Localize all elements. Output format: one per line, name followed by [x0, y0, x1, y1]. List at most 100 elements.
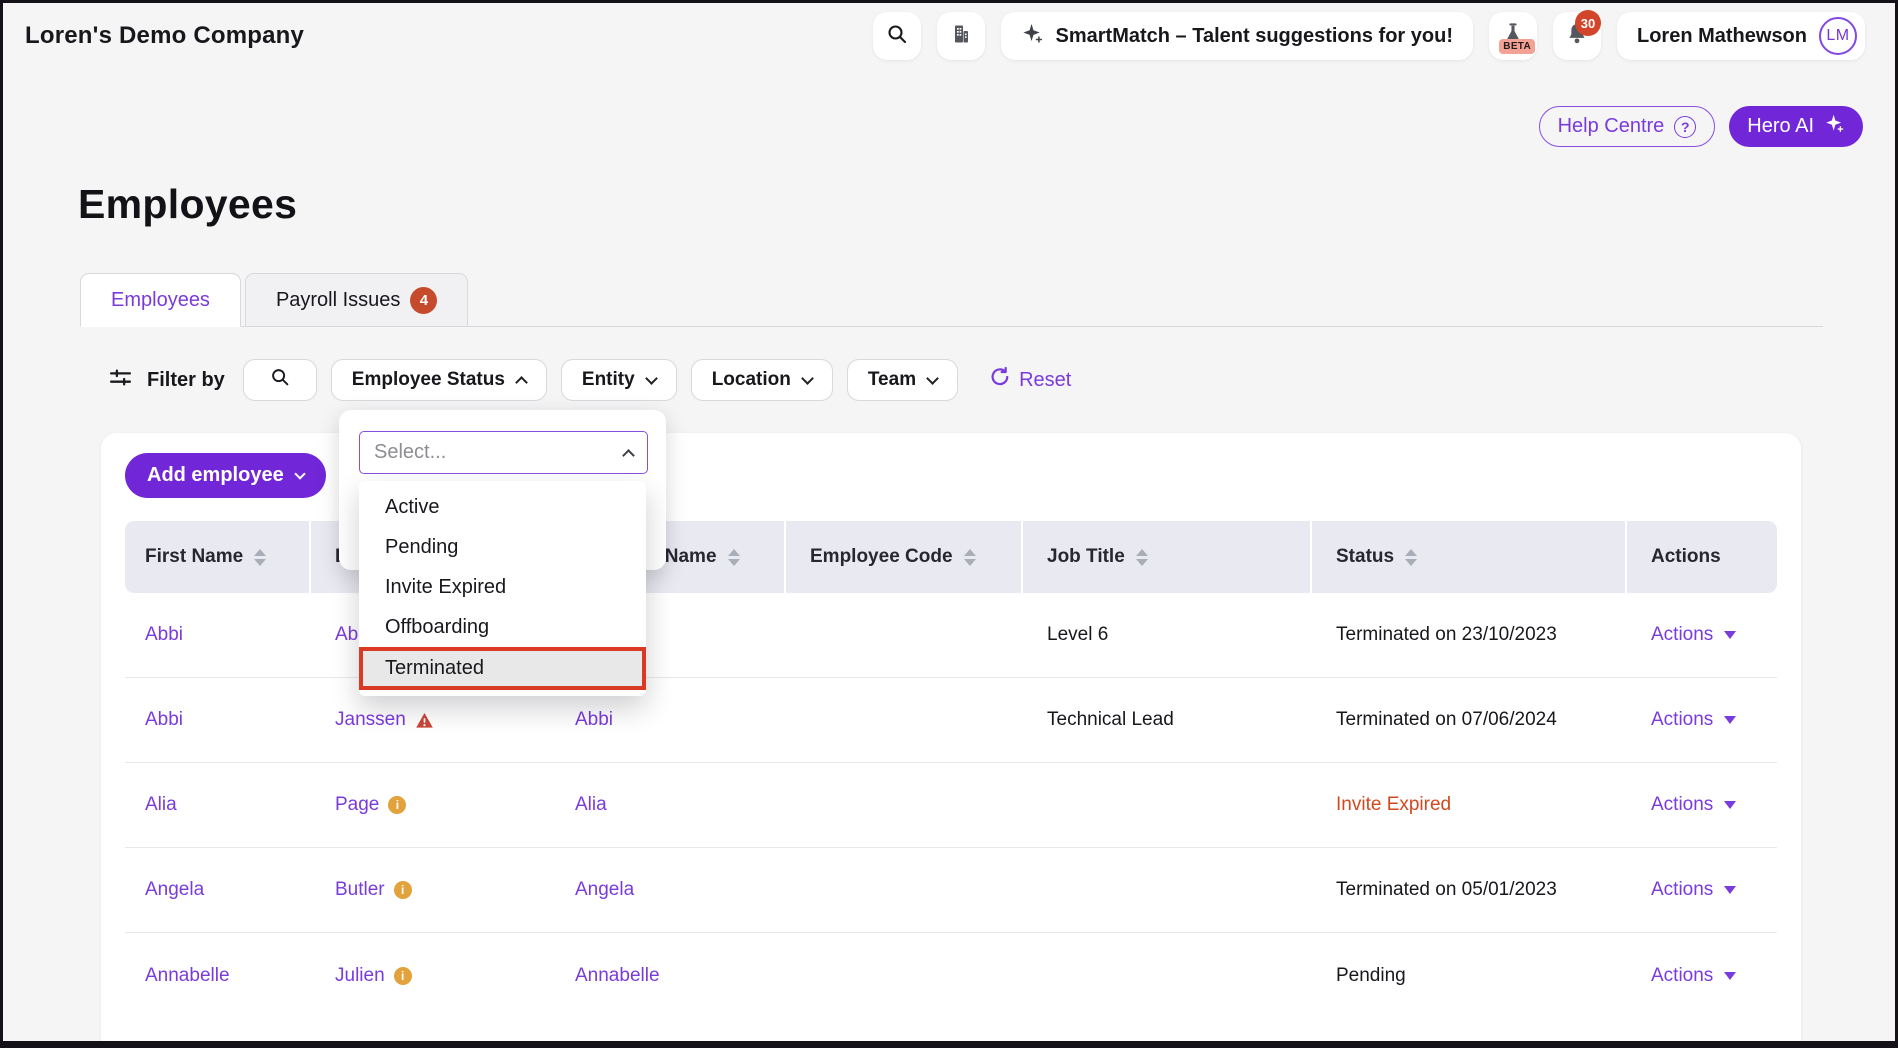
filter-team[interactable]: Team — [847, 359, 958, 401]
status-cell: Terminated on 23/10/2023 — [1312, 593, 1625, 677]
tab-employees-label: Employees — [111, 289, 210, 312]
first-name-cell: Annabelle — [125, 933, 309, 1018]
preferred-name-link[interactable]: Abbi — [575, 709, 613, 731]
job-title-cell — [1023, 848, 1310, 932]
actions-button[interactable]: Actions — [1651, 794, 1736, 816]
column-label: Actions — [1651, 546, 1721, 568]
status-option-terminated[interactable]: Terminated — [359, 647, 646, 690]
notification-count-badge: 30 — [1575, 10, 1601, 36]
last-name-link[interactable]: Ab — [335, 624, 358, 646]
actions-button[interactable]: Actions — [1651, 624, 1736, 646]
first-name-link[interactable]: Alia — [145, 794, 177, 816]
table-row: Annabelle Julieni Annabelle Pending Actions — [125, 933, 1777, 1018]
last-name-cell: Pagei — [311, 763, 549, 847]
last-name-cell: Butleri — [311, 848, 549, 932]
organisation-button[interactable] — [937, 12, 985, 60]
search-icon — [269, 366, 291, 394]
chevron-down-icon — [645, 372, 658, 385]
first-name-link[interactable]: Annabelle — [145, 965, 230, 987]
last-name-link[interactable]: Page — [335, 794, 379, 816]
status-cell: Pending — [1312, 933, 1625, 1018]
user-name: Loren Mathewson — [1637, 25, 1807, 48]
sort-icon — [1405, 549, 1417, 566]
actions-cell: Actions — [1627, 763, 1777, 847]
reset-filters-button[interactable]: Reset — [988, 366, 1071, 394]
column-header-job-title[interactable]: Job Title — [1023, 521, 1310, 593]
column-header-employee-code[interactable]: Employee Code — [786, 521, 1021, 593]
app-window: Loren's Demo Company SmartMatch – Talent… — [0, 0, 1898, 1048]
page-title: Employees — [78, 181, 297, 228]
info-icon[interactable]: i — [394, 881, 412, 899]
warning-icon[interactable] — [415, 711, 434, 730]
question-circle-icon: ? — [1674, 116, 1696, 138]
preferred-name-link[interactable]: Angela — [575, 879, 634, 901]
first-name-link[interactable]: Abbi — [145, 709, 183, 731]
building-icon — [949, 22, 973, 51]
employee-code-cell — [786, 678, 1021, 762]
status-option-offboarding[interactable]: Offboarding — [359, 607, 646, 647]
filter-employee-status[interactable]: Employee Status — [331, 359, 547, 401]
tabs: Employees Payroll Issues 4 — [80, 273, 468, 327]
info-icon[interactable]: i — [388, 796, 406, 814]
preferred-name-link[interactable]: Alia — [575, 794, 607, 816]
job-title-cell: Level 6 — [1023, 593, 1310, 677]
filter-entity[interactable]: Entity — [561, 359, 677, 401]
sparkle-icon — [1021, 22, 1044, 51]
job-title-cell: Technical Lead — [1023, 678, 1310, 762]
column-header-first-name[interactable]: First Name — [125, 521, 309, 593]
chevron-down-icon — [926, 372, 939, 385]
labs-button[interactable]: BETA — [1489, 12, 1537, 60]
smartmatch-label: SmartMatch – Talent suggestions for you! — [1056, 25, 1453, 48]
sort-icon — [254, 549, 266, 566]
actions-button[interactable]: Actions — [1651, 965, 1736, 987]
tab-payroll-issues-label: Payroll Issues — [276, 289, 401, 312]
status-option-pending[interactable]: Pending — [359, 527, 646, 567]
status-cell: Terminated on 05/01/2023 — [1312, 848, 1625, 932]
filter-location[interactable]: Location — [691, 359, 833, 401]
search-button[interactable] — [873, 12, 921, 60]
status-cell: Invite Expired — [1312, 763, 1625, 847]
employee-code-cell — [786, 763, 1021, 847]
last-name-link[interactable]: Butler — [335, 879, 385, 901]
last-name-link[interactable]: Julien — [335, 965, 385, 987]
info-icon[interactable]: i — [394, 967, 412, 985]
status-option-active[interactable]: Active — [359, 487, 646, 527]
help-centre-label: Help Centre — [1558, 115, 1665, 138]
tab-payroll-issues[interactable]: Payroll Issues 4 — [245, 273, 469, 327]
reset-icon — [988, 366, 1010, 394]
tab-employees[interactable]: Employees — [80, 273, 241, 327]
actions-button[interactable]: Actions — [1651, 879, 1736, 901]
top-bar: Loren's Demo Company SmartMatch – Talent… — [3, 3, 1895, 69]
caret-down-icon — [1724, 631, 1736, 639]
hero-ai-label: Hero AI — [1747, 115, 1814, 138]
column-header-status[interactable]: Status — [1312, 521, 1625, 593]
payroll-issues-count-badge: 4 — [410, 287, 437, 314]
avatar: LM — [1819, 17, 1857, 55]
help-centre-button[interactable]: Help Centre ? — [1539, 106, 1716, 147]
actions-button[interactable]: Actions — [1651, 709, 1736, 731]
preferred-name-link[interactable]: Annabelle — [575, 965, 660, 987]
caret-down-icon — [1724, 716, 1736, 724]
column-label: Job Title — [1047, 546, 1125, 568]
table-row: Alia Pagei Alia Invite Expired Actions — [125, 763, 1777, 848]
status-option-invite-expired[interactable]: Invite Expired — [359, 567, 646, 607]
status-select-input[interactable]: Select... — [359, 431, 648, 474]
first-name-cell: Abbi — [125, 678, 309, 762]
smartmatch-banner[interactable]: SmartMatch – Talent suggestions for you! — [1001, 12, 1473, 60]
last-name-link[interactable]: Janssen — [335, 709, 406, 731]
add-employee-label: Add employee — [147, 464, 284, 487]
job-title-cell — [1023, 933, 1310, 1018]
actions-label: Actions — [1651, 794, 1713, 816]
filter-team-label: Team — [868, 369, 916, 391]
hero-ai-button[interactable]: Hero AI — [1729, 106, 1863, 147]
notifications-button[interactable]: 30 — [1553, 12, 1601, 60]
status-cell: Terminated on 07/06/2024 — [1312, 678, 1625, 762]
sort-icon — [728, 549, 740, 566]
job-title-cell — [1023, 763, 1310, 847]
table-search-button[interactable] — [243, 359, 317, 401]
user-menu[interactable]: Loren Mathewson LM — [1617, 12, 1865, 60]
first-name-link[interactable]: Angela — [145, 879, 204, 901]
first-name-link[interactable]: Abbi — [145, 624, 183, 646]
filter-location-label: Location — [712, 369, 791, 391]
add-employee-button[interactable]: Add employee — [125, 453, 326, 498]
